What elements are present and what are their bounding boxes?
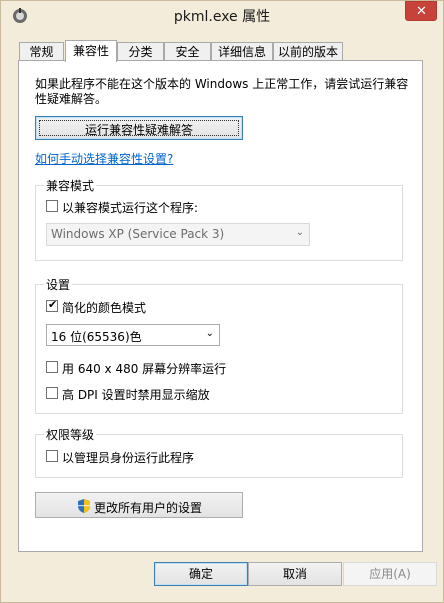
- change-all-users-button[interactable]: 更改所有用户的设置: [35, 492, 243, 518]
- resolution-640-label: 用 640 x 480 屏幕分辨率运行: [62, 362, 227, 376]
- ok-button[interactable]: 确定: [154, 562, 248, 586]
- window-title: pkml.exe 属性: [173, 9, 271, 25]
- run-as-admin-label: 以管理员身份运行此程序: [62, 451, 195, 465]
- close-icon: ✕: [416, 4, 427, 19]
- tab-compatibility[interactable]: 兼容性: [65, 40, 117, 62]
- high-dpi-label: 高 DPI 设置时禁用显示缩放: [62, 388, 210, 402]
- reduced-color-checkbox[interactable]: ✔: [46, 298, 58, 312]
- tab-category[interactable]: 分类: [117, 42, 164, 61]
- apply-button[interactable]: 应用(A): [343, 562, 437, 586]
- high-dpi-checkbox[interactable]: [46, 387, 58, 399]
- color-depth-select[interactable]: 16 位(65536)色 ⌄: [46, 324, 220, 346]
- os-version-value: Windows XP (Service Pack 3): [51, 227, 225, 241]
- manual-settings-link[interactable]: 如何手动选择兼容性设置?: [35, 150, 173, 167]
- change-all-users-label: 更改所有用户的设置: [94, 501, 203, 515]
- checkmark-icon: ✔: [48, 298, 58, 311]
- close-button[interactable]: ✕: [405, 1, 437, 21]
- compatibility-panel: 如果此程序不能在这个版本的 Windows 上正常工作，请尝试运行兼容性疑难解答…: [18, 60, 423, 552]
- compat-mode-checkbox[interactable]: [46, 200, 58, 212]
- tab-previous-versions[interactable]: 以前的版本: [273, 42, 343, 61]
- tab-details[interactable]: 详细信息: [211, 42, 273, 61]
- compat-mode-group-label: 兼容模式: [44, 177, 97, 194]
- os-version-select[interactable]: Windows XP (Service Pack 3) ⌄: [46, 223, 310, 246]
- run-troubleshooter-label: 运行兼容性疑难解答: [84, 123, 193, 137]
- compat-mode-group: 兼容模式 以兼容模式运行这个程序: Windows XP (Service Pa…: [35, 177, 403, 261]
- color-depth-value: 16 位(65536)色: [51, 330, 142, 344]
- resolution-640-checkbox[interactable]: [46, 361, 58, 373]
- tab-general[interactable]: 常规: [19, 42, 64, 61]
- cancel-button[interactable]: 取消: [248, 562, 342, 586]
- tab-security[interactable]: 安全: [164, 42, 211, 61]
- privilege-group: 权限等级 以管理员身份运行此程序: [35, 426, 403, 478]
- chevron-down-icon: ⌄: [295, 227, 304, 238]
- intro-text: 如果此程序不能在这个版本的 Windows 上正常工作，请尝试运行兼容性疑难解答…: [35, 77, 409, 106]
- shield-icon: [76, 498, 92, 517]
- properties-window: pkml.exe 属性 ✕ 常规 兼容性 分类 安全 详细信息 以前的版本 如果…: [0, 0, 444, 603]
- compat-mode-checkbox-label: 以兼容模式运行这个程序:: [62, 201, 199, 215]
- chevron-down-icon: ⌄: [205, 328, 214, 339]
- settings-group: 设置 ✔ 简化的颜色模式 16 位(65536)色 ⌄ 用 640 x 480 …: [35, 276, 403, 414]
- run-troubleshooter-button[interactable]: 运行兼容性疑难解答: [35, 116, 243, 140]
- run-as-admin-checkbox[interactable]: [46, 450, 58, 462]
- reduced-color-label: 简化的颜色模式: [62, 301, 147, 315]
- title-bar: pkml.exe 属性 ✕: [1, 1, 443, 31]
- settings-group-label: 设置: [44, 276, 73, 293]
- privilege-group-label: 权限等级: [44, 426, 97, 443]
